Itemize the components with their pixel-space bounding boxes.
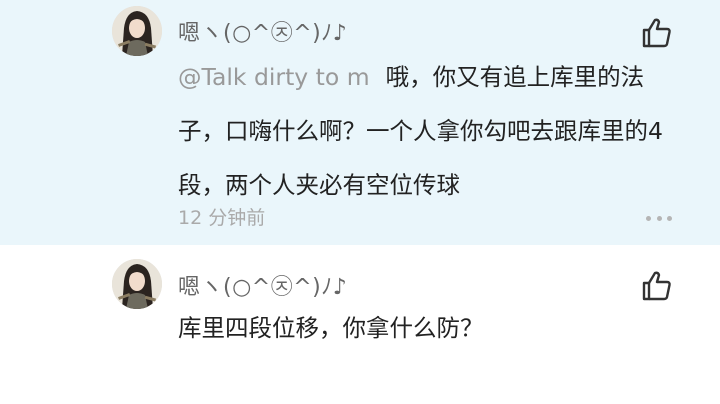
anime-avatar-icon: [112, 6, 162, 56]
like-button[interactable]: [640, 269, 674, 303]
comment-body: @Talk dirty to m 哦，你又有追上库里的法子，口嗨什么啊？一个人拿你…: [178, 50, 678, 212]
avatar[interactable]: [112, 259, 162, 309]
comment-text: 库里四段位移，你拿什么防？: [178, 314, 484, 342]
like-button[interactable]: [640, 16, 674, 50]
timestamp: 12 分钟前: [178, 207, 266, 229]
comment-body: 库里四段位移，你拿什么防？: [178, 301, 678, 355]
username[interactable]: 嗯ヽ(○^㉨^)ﾉ♪: [178, 15, 347, 47]
comment-meta: 12 分钟前: [178, 203, 678, 233]
mention-link[interactable]: @Talk dirty to m: [178, 63, 370, 91]
comment-item: 嗯ヽ(○^㉨^)ﾉ♪ 库里四段位移，你拿什么防？: [0, 245, 720, 404]
comment-item: 嗯ヽ(○^㉨^)ﾉ♪ @Talk dirty to m 哦，你又有追上库里的法子，…: [0, 0, 720, 245]
avatar[interactable]: [112, 6, 162, 56]
more-options-icon[interactable]: [646, 211, 672, 225]
thumbs-up-icon: [642, 18, 671, 48]
thumbs-up-icon: [642, 271, 671, 301]
username[interactable]: 嗯ヽ(○^㉨^)ﾉ♪: [178, 269, 347, 301]
anime-avatar-icon: [112, 259, 162, 309]
